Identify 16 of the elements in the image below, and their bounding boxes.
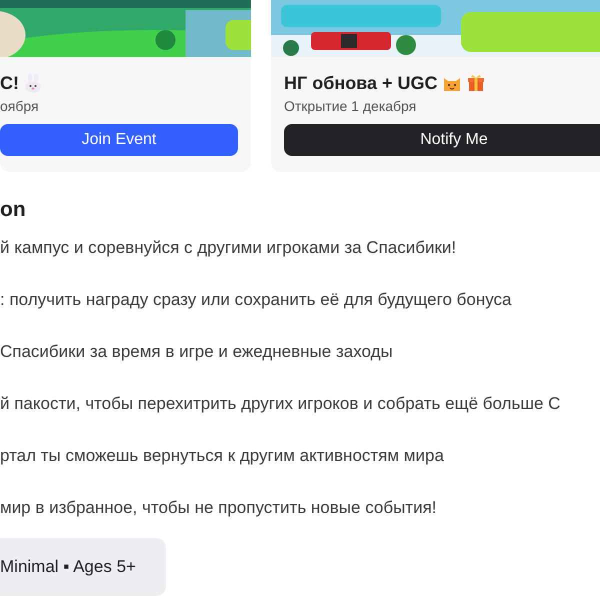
description-text: мир в избранное, чтобы не пропустить новые события!: [0, 497, 438, 519]
event-title: НГ обнова + UGC: [284, 72, 438, 94]
description-text: ртал ты сможешь вернуться к другим активностям мира: [0, 445, 445, 467]
event-title: C!: [0, 72, 19, 94]
event-date: оября: [0, 98, 40, 114]
rabbit-icon: [23, 73, 43, 93]
description-text: Спасибики за время в игре и ежедневные заходы: [0, 341, 394, 363]
gift-icon: [466, 73, 486, 93]
maturity-label: Minimal ▪ Ages 5+: [0, 538, 166, 596]
join-event-button[interactable]: Join Event: [0, 124, 238, 156]
description-text: й кампус и соревнуйся с другими игроками за Спасибики!: [0, 237, 458, 259]
event-date: Открытие 1 декабря: [284, 98, 418, 114]
notify-button[interactable]: Notify Me: [284, 124, 600, 156]
description-text: : получить награду сразу или сохранить её для будущего бонуса: [0, 289, 512, 311]
description-text: й пакости, чтобы перехитрить других игроков и собрать ещё больше С: [0, 393, 562, 415]
section-heading: on: [0, 198, 27, 223]
